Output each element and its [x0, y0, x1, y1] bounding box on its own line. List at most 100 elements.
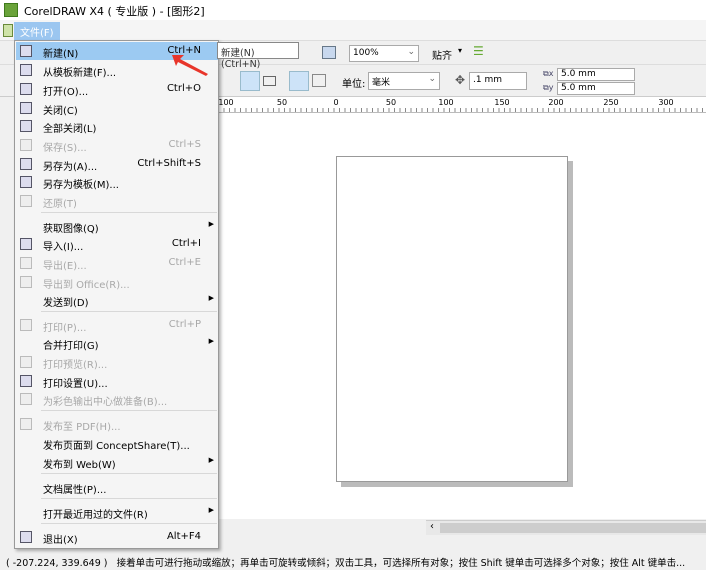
current-page-button[interactable] — [312, 74, 326, 87]
menu-item[interactable]: 打开最近用过的文件(R) ▶ — [16, 503, 218, 521]
save-as-icon — [20, 158, 32, 170]
status-bar: ( -207.224, 339.649 ) 接着单击可进行拖动或缩放；再单击可旋… — [0, 551, 706, 570]
unit-select[interactable]: 毫米 ⌄ — [368, 72, 440, 90]
print-preview-icon — [20, 356, 32, 368]
menu-item[interactable]: 另存为模板(M)... — [16, 173, 218, 191]
revert-icon — [20, 195, 32, 207]
toolbox — [0, 97, 14, 537]
ruler-label: 100 — [438, 98, 454, 107]
menu-item[interactable]: 保存(S)... Ctrl+S — [16, 136, 218, 154]
duplicate-y-value: 5.0 mm — [561, 83, 596, 93]
file-menu-dropdown: 新建(N) Ctrl+N 从模板新建(F)... 打开(O)... Ctrl+O 关闭(C… — [14, 40, 219, 549]
snap-button[interactable]: 贴齐 — [432, 47, 452, 62]
menu-item-shortcut: Ctrl+E — [168, 257, 202, 268]
menu-item[interactable]: 获取图像(Q) ▶ — [16, 217, 218, 235]
menu-item-label: 发布至 PDF(H)... — [43, 422, 121, 433]
menu-item[interactable]: 另存为(A)... Ctrl+Shift+S — [16, 155, 218, 173]
menu-item-label: 发送到(D) — [43, 298, 89, 309]
menu-item[interactable]: 文档属性(P)... — [16, 478, 218, 496]
menu-item[interactable]: 还原(T) — [16, 192, 218, 210]
exit-icon — [20, 531, 32, 543]
duplicate-y-icon: ⧉y — [543, 83, 554, 92]
folder-open-icon — [20, 83, 32, 95]
portrait-button[interactable] — [240, 71, 260, 91]
app-launcher-icon[interactable] — [322, 46, 336, 59]
menu-item[interactable]: 打印设置(U)... — [16, 372, 218, 390]
ruler-ticks — [218, 108, 706, 112]
export-icon — [20, 257, 32, 269]
document-page[interactable] — [336, 156, 568, 482]
duplicate-x-value: 5.0 mm — [561, 69, 596, 79]
menu-separator — [41, 523, 217, 524]
snap-options-icon[interactable]: ☰ — [473, 44, 484, 58]
menu-item[interactable]: 发布至 PDF(H)... — [16, 415, 218, 433]
scrollbar-thumb[interactable] — [440, 523, 706, 533]
ruler-label: 250 — [603, 98, 619, 107]
menu-item-label: 另存为模板(M)... — [43, 180, 119, 191]
ruler-label: 150 — [494, 98, 510, 107]
nudge-value: .1 mm — [473, 75, 502, 85]
nudge-icon: ✥ — [455, 73, 466, 87]
new-doc-icon — [20, 45, 32, 57]
status-hint: 接着单击可进行拖动或缩放；再单击可旋转或倾斜；双击工具，可选择所有对象；按住 S… — [116, 558, 686, 569]
unit-label: 单位: — [342, 79, 366, 90]
menu-item[interactable]: 发布到 Web(W) ▶ — [16, 453, 218, 471]
menu-item[interactable]: 关闭(C) — [16, 99, 218, 117]
menu-item-label: 打印(P)... — [43, 323, 87, 334]
ruler-label: 50 — [276, 98, 288, 107]
window-title: CorelDRAW X4 ( 专业版 ) - [图形2] — [24, 5, 205, 18]
submenu-arrow-icon: ▶ — [208, 337, 214, 345]
dropdown-arrow-icon[interactable]: ▾ — [458, 46, 462, 55]
menu-item[interactable]: 全部关闭(L) — [16, 117, 218, 135]
menu-item-label: 还原(T) — [43, 199, 77, 210]
duplicate-x-input[interactable]: 5.0 mm — [557, 68, 635, 81]
color-output-icon — [20, 393, 32, 405]
all-pages-button[interactable] — [289, 71, 309, 91]
scroll-left-icon[interactable]: ‹ — [430, 521, 434, 532]
duplicate-y-input[interactable]: 5.0 mm — [557, 82, 635, 95]
unit-value: 毫米 — [372, 78, 391, 88]
ruler-label: 300 — [658, 98, 674, 107]
menu-item[interactable]: 导出(E)... Ctrl+E — [16, 254, 218, 272]
menu-item[interactable]: 发送到(D) ▶ — [16, 291, 218, 309]
menu-item[interactable]: 导入(I)... Ctrl+I — [16, 235, 218, 253]
menu-item-label: 另存为(A)... — [43, 162, 98, 173]
menu-separator — [41, 473, 217, 474]
zoom-value: 100% — [353, 48, 379, 58]
horizontal-ruler[interactable]: 100 50 0 50 100 150 200 250 300 — [218, 97, 706, 113]
print-icon — [20, 319, 32, 331]
cursor-coordinates: ( -207.224, 339.649 ) — [6, 558, 108, 569]
menu-item-shortcut: Ctrl+P — [168, 319, 201, 330]
menu-item[interactable]: 打印预览(R)... — [16, 353, 218, 371]
menu-item[interactable]: 打开(O)... Ctrl+O — [16, 80, 218, 98]
menu-item[interactable]: 合并打印(G) ▶ — [16, 334, 218, 352]
menu-item[interactable]: 打印(P)... Ctrl+P — [16, 316, 218, 334]
menu-file[interactable]: 文件(F) — [14, 22, 60, 40]
menu-separator — [41, 212, 217, 213]
duplicate-x-icon: ⧉x — [543, 69, 554, 78]
menu-item-label: 打开最近用过的文件(R) — [43, 510, 148, 521]
menu-item-shortcut: Alt+F4 — [166, 531, 201, 542]
menu-item[interactable]: 退出(X) Alt+F4 — [16, 528, 218, 546]
menu-item[interactable]: 为彩色输出中心做准备(B)... — [16, 390, 218, 408]
menu-item-shortcut: Ctrl+Shift+S — [137, 158, 201, 169]
menu-item[interactable]: 导出到 Office(R)... — [16, 273, 218, 291]
menu-separator — [41, 498, 217, 499]
menu-item-label: 合并打印(G) — [43, 341, 99, 352]
zoom-level-select[interactable]: 100% ⌄ — [349, 45, 419, 62]
menu-item-label: 打印预览(R)... — [43, 360, 108, 371]
menu-item-label: 导出(E)... — [43, 261, 87, 272]
ruler-label: 200 — [548, 98, 564, 107]
menu-item-label: 获取图像(Q) — [43, 224, 99, 235]
menu-item-label: 打印设置(U)... — [43, 379, 108, 390]
menu-separator — [41, 410, 217, 411]
template-icon — [20, 64, 32, 76]
nudge-distance-input[interactable]: .1 mm — [469, 72, 527, 90]
menu-item-shortcut: Ctrl+O — [166, 83, 201, 94]
landscape-button[interactable] — [263, 76, 276, 86]
document-icon[interactable] — [3, 24, 13, 37]
coreldraw-app-icon — [4, 3, 18, 17]
menu-item[interactable]: 发布页面到 ConceptShare(T)... — [16, 434, 218, 452]
export-office-icon — [20, 276, 32, 288]
chevron-down-icon: ⌄ — [428, 74, 436, 84]
